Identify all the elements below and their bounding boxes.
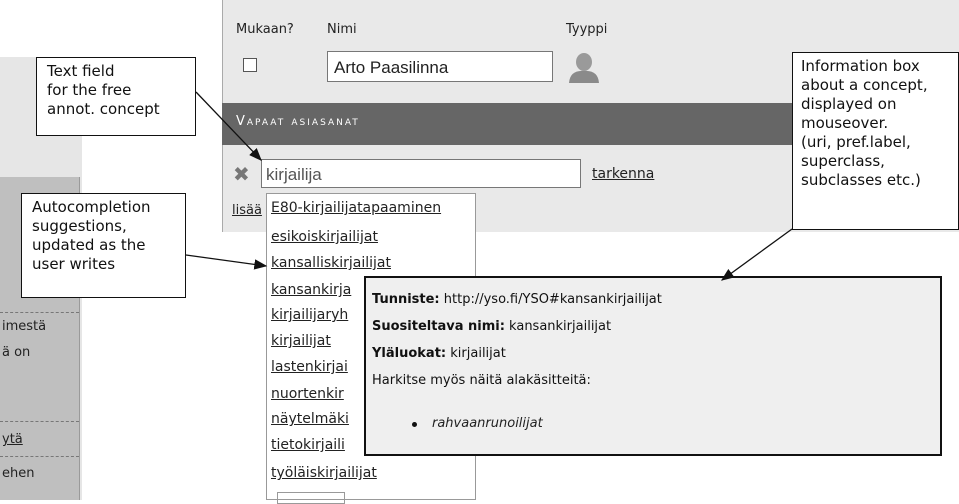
divider bbox=[0, 312, 79, 313]
left-text: imestä bbox=[2, 319, 47, 334]
divider bbox=[0, 421, 79, 422]
autocomplete-item[interactable]: työläiskirjailijat bbox=[271, 465, 377, 481]
divider bbox=[0, 456, 79, 457]
dropdown-footer-box bbox=[277, 492, 345, 504]
include-checkbox[interactable] bbox=[243, 58, 257, 72]
id-value: http://yso.fi/YSO#kansankirjailijat bbox=[443, 292, 662, 307]
section-title: Vapaat asiasanat bbox=[236, 114, 360, 129]
autocomplete-item[interactable]: lastenkirjai bbox=[271, 359, 348, 375]
arrow-to-info-box bbox=[720, 228, 793, 281]
id-label: Tunniste: bbox=[372, 292, 440, 307]
autocomplete-item[interactable]: näytelmäki bbox=[271, 411, 349, 427]
consider-text: Harkitse myös näitä alakäsitteitä: bbox=[372, 373, 591, 388]
bullet-icon bbox=[412, 422, 417, 427]
left-text: ä on bbox=[2, 345, 31, 360]
autocomplete-item[interactable]: kirjailijaryh bbox=[271, 307, 348, 323]
autocomplete-item[interactable]: kirjailijat bbox=[271, 333, 331, 349]
left-text: ehen bbox=[2, 466, 35, 481]
person-icon bbox=[569, 53, 599, 83]
header-type: Tyyppi bbox=[566, 22, 608, 37]
subclass-item: rahvaanrunoilijat bbox=[432, 416, 543, 431]
concept-search-input[interactable]: kirjailija bbox=[261, 159, 581, 188]
close-x-icon[interactable]: ✖ bbox=[233, 162, 250, 186]
super-label: Yläluokat: bbox=[372, 346, 447, 361]
header-include: Mukaan? bbox=[236, 22, 294, 37]
pref-label: Suositeltava nimi: bbox=[372, 319, 505, 334]
arrow-to-dropdown bbox=[185, 254, 268, 270]
concept-info-box: Tunniste: http://yso.fi/YSO#kansankirjai… bbox=[364, 276, 942, 456]
left-link[interactable]: ytä bbox=[2, 432, 23, 447]
annotation-text-field: Text field for the free annot. concept bbox=[36, 57, 196, 136]
pref-value: kansankirjailijat bbox=[509, 319, 612, 334]
autocomplete-item[interactable]: esikoiskirjailijat bbox=[271, 229, 378, 245]
super-value: kirjailijat bbox=[450, 346, 506, 361]
add-link[interactable]: lisää bbox=[232, 203, 262, 218]
annotation-info-box: Information box about a concept, display… bbox=[792, 52, 959, 230]
autocomplete-item[interactable]: kansalliskirjailijat bbox=[271, 255, 391, 271]
autocomplete-item[interactable]: E80-kirjailijatapaaminen bbox=[271, 200, 441, 216]
annotation-autocompletion: Autocompletion suggestions, updated as t… bbox=[21, 193, 186, 298]
name-input[interactable]: Arto Paasilinna bbox=[327, 51, 553, 82]
refine-link[interactable]: tarkenna bbox=[592, 166, 654, 182]
autocomplete-item[interactable]: tietokirjaili bbox=[271, 437, 345, 453]
header-name: Nimi bbox=[327, 22, 357, 37]
autocomplete-item[interactable]: kansankirja bbox=[271, 282, 351, 298]
autocomplete-item[interactable]: nuortenkir bbox=[271, 386, 344, 402]
